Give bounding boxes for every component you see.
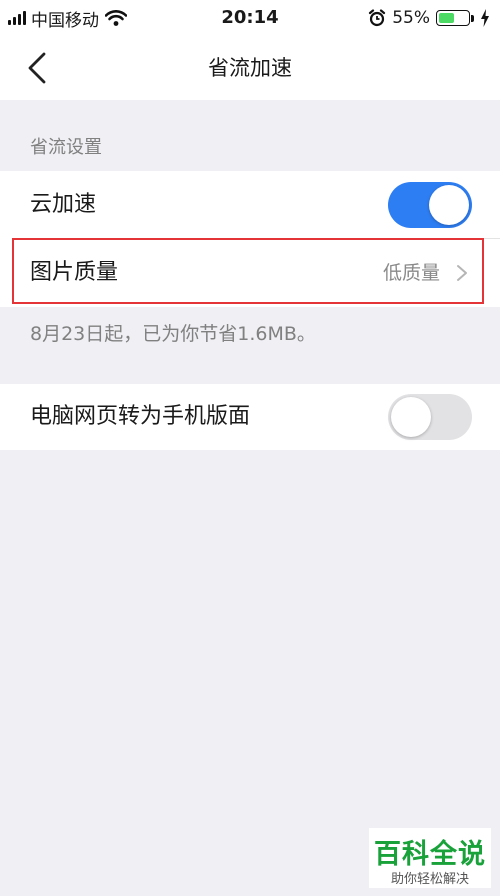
savings-note: 8月23日起，已为你节省1.6MB。 — [30, 323, 316, 345]
battery-percent: 55% — [392, 8, 430, 28]
watermark-logo: 百科全说 助你轻松解决 — [369, 828, 491, 888]
nav-bar: 省流加速 — [0, 36, 500, 100]
chevron-right-icon — [457, 265, 467, 281]
charging-icon — [481, 9, 489, 27]
alarm-icon — [369, 9, 386, 27]
image-quality-label: 图片质量 — [30, 260, 119, 285]
chevron-left-icon — [28, 52, 46, 84]
image-quality-value: 低质量 — [382, 262, 440, 284]
cloud-accel-toggle[interactable] — [388, 182, 472, 228]
settings-group-2: 电脑网页转为手机版面 — [0, 384, 500, 450]
desktop-to-mobile-label: 电脑网页转为手机版面 — [30, 404, 251, 429]
battery-cap — [471, 14, 474, 22]
battery-icon — [436, 10, 470, 26]
cloud-accel-label: 云加速 — [30, 192, 97, 217]
status-right: 55% — [368, 6, 490, 30]
toggle-knob — [429, 185, 469, 225]
toggle-knob — [391, 397, 431, 437]
back-button[interactable] — [22, 50, 56, 86]
status-bar: 中国移动 20:14 55% — [0, 0, 500, 36]
cloud-accel-row: 云加速 — [0, 171, 500, 239]
desktop-to-mobile-row: 电脑网页转为手机版面 — [0, 384, 500, 450]
settings-group-1: 云加速 图片质量 低质量 — [0, 171, 500, 307]
desktop-to-mobile-toggle[interactable] — [388, 394, 472, 440]
page-title: 省流加速 — [208, 56, 292, 80]
section-header: 省流设置 — [30, 137, 102, 158]
watermark-subtitle: 助你轻松解决 — [390, 872, 469, 887]
image-quality-row[interactable]: 图片质量 低质量 — [0, 239, 500, 307]
watermark-title: 百科全说 — [374, 839, 486, 870]
